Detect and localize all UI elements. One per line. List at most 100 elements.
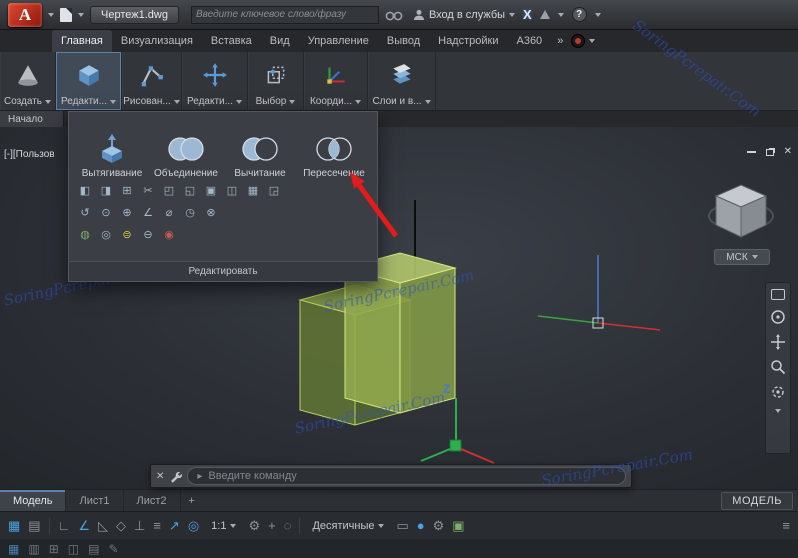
drawing-file-tab[interactable]: Начало xyxy=(0,111,64,127)
quickaccess-caret-icon[interactable] xyxy=(78,13,84,17)
settings-gear-icon[interactable]: ⚙ xyxy=(248,519,260,532)
strip-tool-icon[interactable]: ⊞ xyxy=(49,543,59,555)
ribbon-tab-insert[interactable]: Вставка xyxy=(202,30,261,52)
units-control[interactable]: Десятичные xyxy=(308,518,388,534)
small-tool-icon[interactable]: ⊞ xyxy=(119,182,135,198)
small-tool-icon[interactable]: ◫ xyxy=(224,182,240,198)
subtract-button[interactable]: Вычитание xyxy=(223,117,297,179)
small-tool-icon[interactable]: ▣ xyxy=(203,182,219,198)
osnap3d-toggle-icon[interactable]: ⊥ xyxy=(134,519,145,532)
strip-tool-icon[interactable]: ▤ xyxy=(88,543,99,555)
isolate-objects-icon[interactable]: ▣ xyxy=(452,519,464,532)
viewport-controls-label[interactable]: [-][Пользов xyxy=(4,149,68,160)
ribbon-overflow-chevrons[interactable]: » xyxy=(551,30,569,52)
add-scale-icon[interactable]: + xyxy=(268,519,276,532)
small-tool-icon[interactable]: ↺ xyxy=(77,204,93,220)
lineweight-toggle-icon[interactable]: ≡ xyxy=(153,519,161,532)
small-tool-icon[interactable]: ◍ xyxy=(77,226,93,242)
wcs-button[interactable]: МСК xyxy=(714,249,770,265)
binoculars-icon[interactable] xyxy=(385,8,403,22)
small-tool-icon[interactable]: ◧ xyxy=(77,182,93,198)
signin-button[interactable]: Вход в службы xyxy=(413,9,515,21)
small-tool-icon[interactable]: ✂ xyxy=(140,182,156,198)
small-tool-icon[interactable]: ◲ xyxy=(266,182,282,198)
small-tool-icon[interactable]: ⊜ xyxy=(119,226,135,242)
navwheel-icon[interactable] xyxy=(771,289,785,300)
ribbon-panel-edit-solids[interactable]: Редакти... xyxy=(56,52,122,110)
layout-tab-model[interactable]: Модель xyxy=(0,490,66,511)
intersect-button[interactable]: Пересечение xyxy=(297,117,371,179)
strip-tool-icon[interactable]: ◫ xyxy=(68,543,79,555)
small-tool-icon[interactable]: ◰ xyxy=(161,182,177,198)
ribbon-tab-home[interactable]: Главная xyxy=(52,30,112,52)
ribbon-panel-coordinates[interactable]: Коорди... xyxy=(304,52,368,110)
strip-pencil-icon[interactable]: ✎ xyxy=(108,543,118,555)
ribbon-tab-visualization[interactable]: Визуализация xyxy=(112,30,202,52)
customization-menu-icon[interactable]: ≡ xyxy=(782,519,790,532)
viewport-close-icon[interactable]: ✕ xyxy=(784,147,792,157)
union-button[interactable]: Объединение xyxy=(149,117,223,179)
layout-tab-list1[interactable]: Лист1 xyxy=(66,490,123,511)
dynamic-ucs-toggle-icon[interactable]: ◎ xyxy=(188,519,199,532)
scale-control[interactable]: 1:1 xyxy=(207,518,240,534)
annotation-visibility-icon[interactable]: ◌ xyxy=(284,519,292,532)
alert-caret-icon[interactable] xyxy=(558,13,564,17)
small-tool-icon[interactable]: ▦ xyxy=(245,182,261,198)
small-tool-icon[interactable]: ⊙ xyxy=(98,204,114,220)
strip-tool-icon[interactable]: ▥ xyxy=(28,543,39,555)
app-menu-caret-icon[interactable] xyxy=(48,13,54,17)
ribbon-tab-manage[interactable]: Управление xyxy=(299,30,378,52)
small-tool-icon[interactable]: ∠ xyxy=(140,204,156,220)
small-tool-icon[interactable]: ◉ xyxy=(161,226,177,242)
ribbon-tab-a360[interactable]: A360 xyxy=(507,30,551,52)
isodraft-toggle-icon[interactable]: ◺ xyxy=(98,519,108,532)
new-drawing-icon[interactable] xyxy=(60,8,72,22)
grid-toggle-icon[interactable]: ▦ xyxy=(8,519,20,532)
search-input[interactable] xyxy=(196,9,374,20)
command-input[interactable] xyxy=(208,470,616,482)
hardware-gear-icon[interactable]: ⚙ xyxy=(433,519,445,532)
tracking-toggle-icon[interactable]: ↗ xyxy=(169,519,180,532)
ribbon-tab-output[interactable]: Вывод xyxy=(378,30,429,52)
ribbon-panel-create[interactable]: Создать xyxy=(0,52,56,110)
help-button[interactable]: ? xyxy=(572,7,587,22)
annotation-monitor-icon[interactable]: ● xyxy=(417,519,425,532)
small-tool-icon[interactable]: ⊖ xyxy=(140,226,156,242)
small-tool-icon[interactable]: ◎ xyxy=(98,226,114,242)
strip-grid-icon[interactable]: ▦ xyxy=(8,543,19,555)
add-layout-button[interactable]: + xyxy=(181,490,203,511)
polar-toggle-icon[interactable]: ∠ xyxy=(78,519,90,532)
viewport-restore-icon[interactable] xyxy=(766,149,774,156)
ribbon-tab-view[interactable]: Вид xyxy=(261,30,299,52)
exchange-icon[interactable]: X xyxy=(523,7,532,22)
ribbon-panel-draw[interactable]: Рисован... xyxy=(122,52,182,110)
command-close-icon[interactable]: ✕ xyxy=(156,471,164,482)
navbar-more-icon[interactable] xyxy=(775,409,781,413)
small-tool-icon[interactable]: ◷ xyxy=(182,204,198,220)
a360-sync-icon[interactable] xyxy=(571,34,585,48)
flyout-title[interactable]: Редактировать xyxy=(69,261,377,281)
document-tab[interactable]: Чертеж1.dwg xyxy=(90,6,179,24)
small-tool-icon[interactable]: ⊗ xyxy=(203,204,219,220)
ribbon-panel-modify[interactable]: Редакти... xyxy=(182,52,248,110)
workspace-badge[interactable]: МОДЕЛЬ xyxy=(721,492,793,510)
zoom-icon[interactable] xyxy=(770,359,786,375)
orbit-icon[interactable] xyxy=(770,384,786,400)
small-tool-icon[interactable]: ◱ xyxy=(182,182,198,198)
app-menu-button[interactable]: A xyxy=(8,3,42,27)
workspace-switch-icon[interactable]: ▭ xyxy=(396,519,408,532)
pan-icon[interactable] xyxy=(770,334,786,350)
extrude-button[interactable]: Вытягивание xyxy=(75,117,149,179)
snap-toggle-icon[interactable]: ▤ xyxy=(28,519,40,532)
ribbon-panel-selection[interactable]: Выбор xyxy=(248,52,304,110)
wrench-icon[interactable] xyxy=(169,470,182,483)
help-caret-icon[interactable] xyxy=(595,13,601,17)
steering-wheel-icon[interactable] xyxy=(770,309,786,325)
viewport-minimize-icon[interactable] xyxy=(747,151,756,153)
ortho-toggle-icon[interactable]: ∟ xyxy=(58,519,71,532)
ribbon-panel-layers[interactable]: Слои и в... xyxy=(368,52,436,110)
osnap-toggle-icon[interactable]: ◇ xyxy=(116,519,126,532)
ribbon-tab-addins[interactable]: Надстройки xyxy=(429,30,507,52)
small-tool-icon[interactable]: ⌀ xyxy=(161,204,177,220)
small-tool-icon[interactable]: ⊕ xyxy=(119,204,135,220)
